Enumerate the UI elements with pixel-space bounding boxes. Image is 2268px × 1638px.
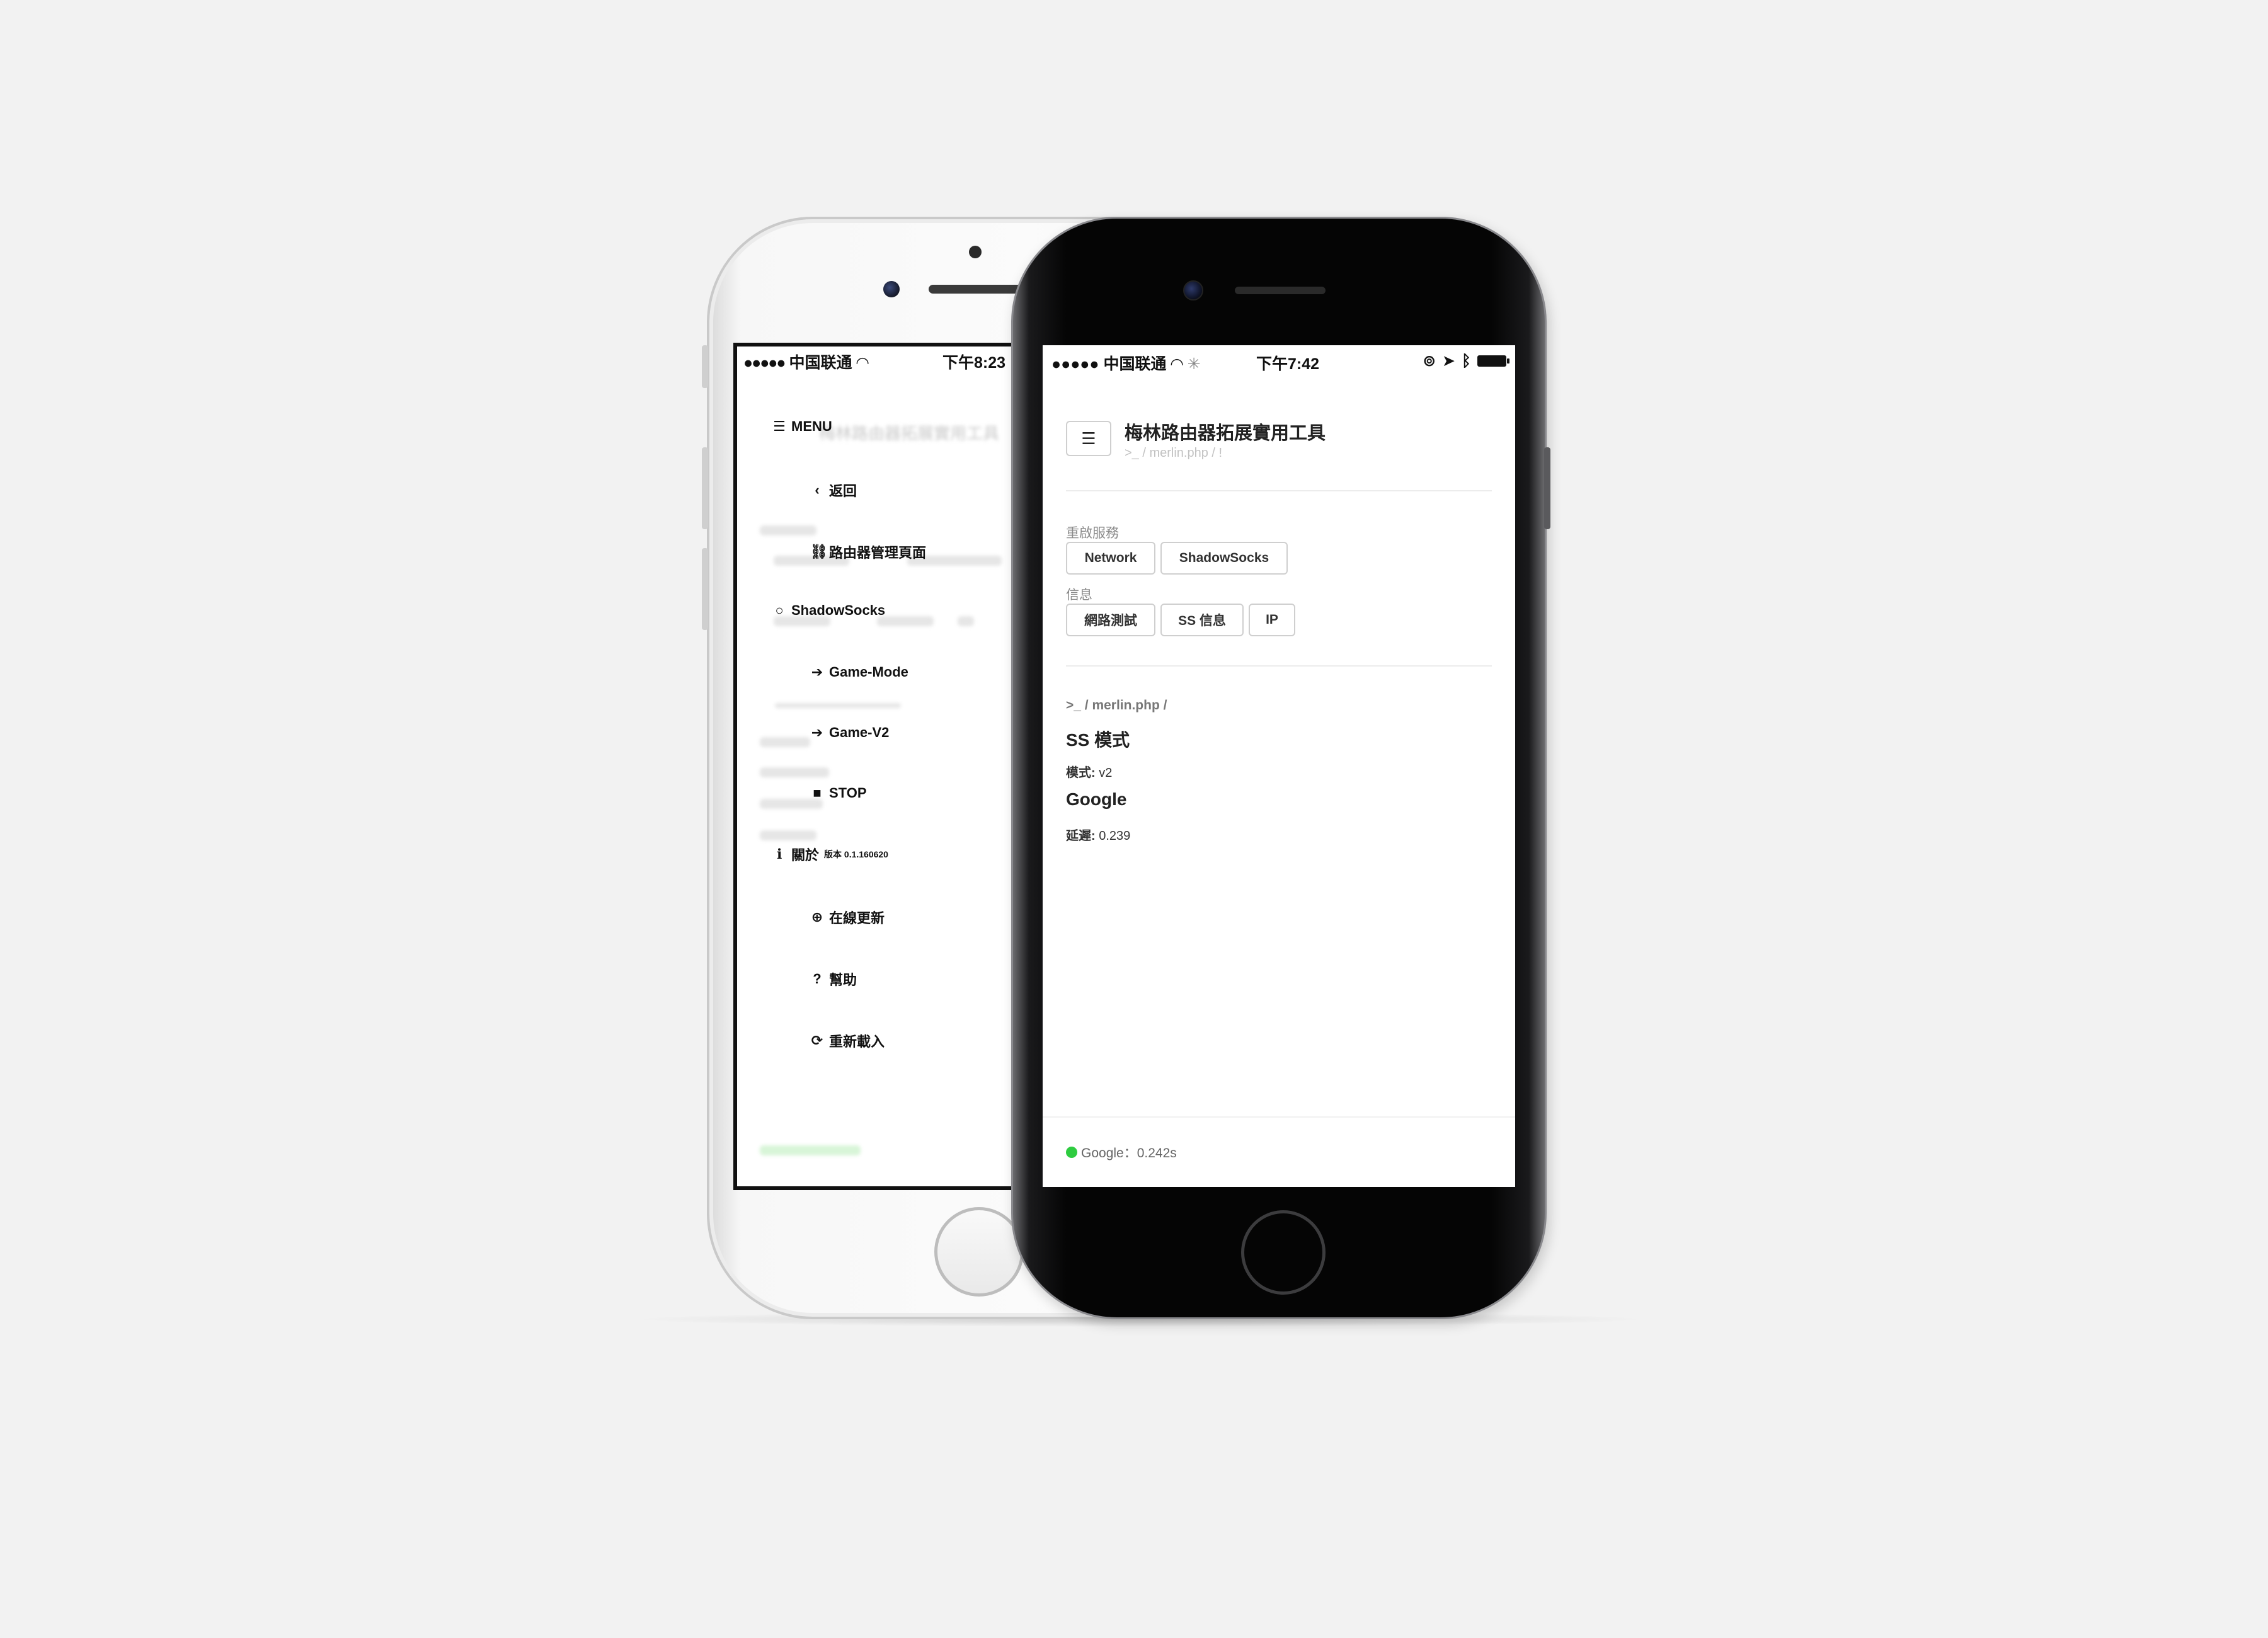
menu-item-online-update[interactable]: ⊕ 在線更新 bbox=[810, 907, 885, 927]
footer-text: Google：0.242s bbox=[1081, 1146, 1177, 1160]
front-camera-icon bbox=[883, 281, 900, 297]
menu-item-game-mode[interactable]: ➔ Game-Mode bbox=[810, 664, 908, 680]
page-title: 梅林路由器拓展實用工具 bbox=[1125, 423, 1326, 444]
left-phone-screen: ●●●●● 中国联通 ◠ 下午8:23 梅林路由器拓展實用工具 ☰ MENU ‹… bbox=[733, 343, 1029, 1190]
ss-info-button[interactable]: SS 信息 bbox=[1160, 604, 1244, 636]
latency-value: 0.239 bbox=[1099, 829, 1131, 843]
menu-item-router-admin[interactable]: ⛓ 路由器管理頁面 bbox=[810, 542, 926, 562]
home-button[interactable] bbox=[1241, 1210, 1326, 1295]
menu-item-shadowsocks[interactable]: ○ ShadowSocks bbox=[772, 602, 885, 619]
bluetooth-icon: ᛒ bbox=[1461, 352, 1471, 370]
footer-divider bbox=[1043, 1116, 1515, 1118]
front-camera-icon bbox=[1183, 280, 1203, 301]
arrow-right-icon: ➔ bbox=[811, 664, 823, 680]
page-path: >_ / merlin.php / ! bbox=[1125, 446, 1223, 460]
wifi-icon: ◠ bbox=[856, 354, 869, 372]
blurred-line bbox=[958, 616, 974, 626]
status-time: 下午7:42 bbox=[1256, 355, 1320, 373]
proximity-sensor bbox=[969, 246, 982, 258]
signal-icon: ●●●●● bbox=[1051, 355, 1099, 373]
network-button[interactable]: Network bbox=[1066, 542, 1155, 575]
menu-item-stop[interactable]: ■ STOP bbox=[810, 785, 866, 801]
blurred-footer bbox=[760, 1145, 861, 1155]
rotation-lock-icon: ⊚ bbox=[1423, 352, 1436, 370]
blurred-line bbox=[775, 703, 901, 708]
signal-icon: ●●●●● bbox=[743, 354, 786, 372]
blurred-line bbox=[760, 737, 810, 747]
location-icon: ➤ bbox=[1442, 352, 1455, 370]
arrow-circle-up-icon: ⊕ bbox=[811, 909, 823, 925]
status-bar: ●●●●● 中国联通 ◠ ✳ 下午7:42 ⊚ ➤ ᛒ bbox=[1051, 349, 1509, 374]
blurred-line bbox=[760, 830, 816, 840]
breadcrumb: >_ / merlin.php / bbox=[1066, 698, 1167, 713]
volume-down-button bbox=[702, 548, 708, 630]
blurred-line bbox=[760, 525, 816, 536]
carrier-label: 中国联通 bbox=[789, 354, 852, 372]
power-button bbox=[1544, 447, 1550, 529]
restart-services-label: 重啟服務 bbox=[1066, 526, 1119, 541]
blurred-line bbox=[877, 616, 934, 626]
hamburger-icon: ☰ bbox=[773, 418, 786, 434]
carrier-label: 中国联通 bbox=[1103, 355, 1167, 373]
menu-header[interactable]: ☰ MENU bbox=[772, 418, 832, 435]
link-icon: ⛓ bbox=[810, 544, 828, 559]
stop-icon: ■ bbox=[813, 785, 822, 801]
ip-button[interactable]: IP bbox=[1249, 604, 1295, 636]
menu-item-back[interactable]: ‹ 返回 bbox=[810, 480, 857, 500]
status-time: 下午8:23 bbox=[942, 354, 1006, 372]
network-test-button[interactable]: 網路測試 bbox=[1066, 604, 1155, 636]
info-label: 信息 bbox=[1066, 588, 1092, 602]
latency-row: 延遲: 0.239 bbox=[1066, 829, 1131, 843]
volume-up-button bbox=[702, 447, 708, 529]
wifi-icon: ◠ bbox=[1171, 355, 1183, 373]
arrow-right-icon: ➔ bbox=[811, 724, 823, 740]
right-phone-screen: ●●●●● 中国联通 ◠ ✳ 下午7:42 ⊚ ➤ ᛒ ☰ 梅林路由器拓展實用工… bbox=[1043, 345, 1515, 1187]
refresh-icon: ⟳ bbox=[811, 1033, 823, 1048]
shadowsocks-button[interactable]: ShadowSocks bbox=[1160, 542, 1288, 575]
divider bbox=[1066, 665, 1492, 667]
activity-spinner-icon: ✳ bbox=[1187, 355, 1201, 373]
chevron-left-icon: ‹ bbox=[815, 482, 820, 498]
mode-row: 模式: v2 bbox=[1066, 766, 1113, 780]
menu-item-reload[interactable]: ⟳ 重新載入 bbox=[810, 1031, 885, 1051]
battery-icon bbox=[1477, 355, 1509, 367]
menu-item-game-v2[interactable]: ➔ Game-V2 bbox=[810, 724, 890, 741]
status-bar-left: ●●●●● 中国联通 ◠ bbox=[743, 350, 869, 375]
blurred-title: 梅林路由器拓展實用工具 bbox=[819, 424, 1000, 443]
hamburger-icon: ☰ bbox=[1081, 428, 1096, 448]
status-dot-icon bbox=[1066, 1147, 1077, 1158]
question-icon: ? bbox=[813, 971, 822, 987]
circle-icon: ○ bbox=[775, 602, 784, 618]
blurred-line bbox=[760, 767, 829, 777]
ss-mode-heading: SS 模式 bbox=[1066, 730, 1130, 750]
divider bbox=[1066, 490, 1492, 491]
footer-status: Google：0.242s bbox=[1066, 1143, 1177, 1162]
menu-item-about[interactable]: ℹ 關於 版本 0.1.160620 bbox=[772, 844, 888, 864]
version-label: 版本 0.1.160620 bbox=[824, 849, 888, 859]
menu-toggle-button[interactable]: ☰ bbox=[1066, 421, 1111, 456]
google-heading: Google bbox=[1066, 789, 1127, 809]
home-button[interactable] bbox=[934, 1207, 1024, 1297]
mode-value: v2 bbox=[1099, 766, 1113, 780]
info-icon: ℹ bbox=[776, 846, 782, 862]
menu-item-help[interactable]: ? 幫助 bbox=[810, 969, 857, 989]
mute-switch bbox=[702, 345, 708, 388]
earpiece-speaker bbox=[1235, 287, 1326, 294]
